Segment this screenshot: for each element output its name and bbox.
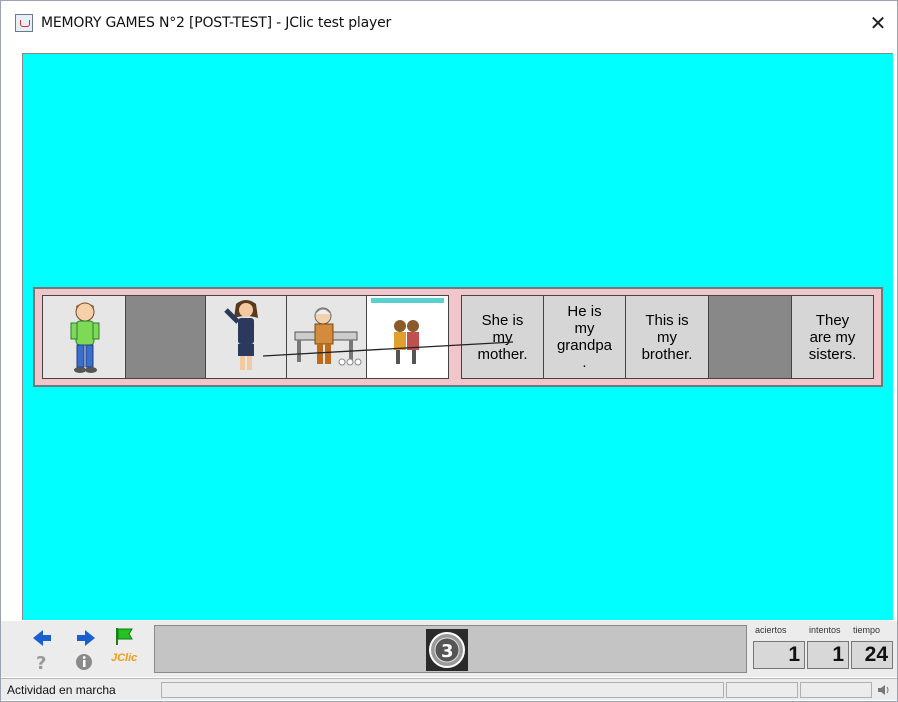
image-panel bbox=[42, 295, 449, 379]
info-icon bbox=[76, 654, 92, 670]
status-segment bbox=[726, 682, 798, 698]
card-text-sisters[interactable]: They are my sisters. bbox=[792, 296, 873, 378]
control-bar: ? JClic 3 aciertos intentos tiempo 1 1 2… bbox=[1, 621, 897, 677]
card-sisters-selected[interactable] bbox=[367, 296, 449, 378]
status-segment bbox=[161, 682, 724, 698]
jclic-player-window: MEMORY GAMES N°2 [POST-TEST] - JClic tes… bbox=[0, 0, 898, 702]
card-text-label: This is my brother. bbox=[641, 311, 693, 363]
intentos-value: 1 bbox=[807, 641, 849, 669]
activity-counter-icon: 3 bbox=[426, 629, 468, 671]
woman-figure-icon bbox=[224, 300, 259, 370]
card-text-label: They are my sisters. bbox=[808, 311, 857, 363]
sisters-figure-icon bbox=[371, 298, 445, 364]
aciertos-label: aciertos bbox=[755, 625, 787, 635]
card-covered[interactable] bbox=[125, 296, 207, 378]
help-button[interactable]: ? bbox=[31, 651, 53, 673]
tiempo-label: tiempo bbox=[853, 625, 881, 635]
next-activity-button[interactable] bbox=[75, 627, 97, 649]
tiempo-value: 24 bbox=[851, 641, 893, 669]
card-boy[interactable] bbox=[43, 296, 126, 378]
card-text-label: She is my mother. bbox=[477, 311, 528, 363]
card-covered[interactable] bbox=[709, 296, 792, 378]
window-title: MEMORY GAMES N°2 [POST-TEST] - JClic tes… bbox=[41, 15, 392, 31]
jclic-logo[interactable]: JClic bbox=[111, 652, 137, 664]
intentos-label: intentos bbox=[809, 625, 841, 635]
card-text-grandpa[interactable]: He is my grandpa . bbox=[544, 296, 626, 378]
grandpa-figure-icon bbox=[294, 307, 362, 366]
score-counters: aciertos intentos tiempo 1 1 24 bbox=[749, 621, 895, 677]
activity-counter-number: 3 bbox=[441, 641, 454, 662]
java-cup-icon bbox=[15, 14, 33, 32]
status-segment bbox=[800, 682, 872, 698]
card-grandpa[interactable] bbox=[286, 296, 368, 378]
card-woman[interactable] bbox=[206, 296, 287, 378]
prev-activity-button[interactable] bbox=[31, 627, 53, 649]
aciertos-value: 1 bbox=[753, 641, 805, 669]
status-bar: Actividad en marcha bbox=[1, 678, 897, 700]
card-text-mother[interactable]: She is my mother. bbox=[462, 296, 544, 378]
text-panel: She is my mother. He is my grandpa . Thi… bbox=[461, 295, 874, 379]
status-text: Actividad en marcha bbox=[7, 683, 116, 697]
arrow-right-icon bbox=[77, 630, 95, 646]
activity-stage: She is my mother. He is my grandpa . Thi… bbox=[22, 53, 893, 620]
boy-figure-icon bbox=[70, 302, 100, 373]
message-box: 3 bbox=[154, 625, 747, 673]
question-icon: ? bbox=[36, 653, 46, 673]
arrow-left-icon bbox=[33, 630, 51, 646]
flag-icon bbox=[116, 628, 133, 645]
speaker-icon[interactable] bbox=[877, 683, 891, 697]
info-button[interactable] bbox=[73, 651, 95, 673]
close-button[interactable]: ✕ bbox=[865, 9, 891, 37]
svg-text:?: ? bbox=[36, 653, 46, 673]
card-text-brother[interactable]: This is my brother. bbox=[626, 296, 709, 378]
card-text-label: He is my grandpa . bbox=[556, 303, 613, 371]
memory-board: She is my mother. He is my grandpa . Thi… bbox=[33, 287, 883, 387]
title-bar: MEMORY GAMES N°2 [POST-TEST] - JClic tes… bbox=[1, 1, 897, 47]
reset-activity-button[interactable] bbox=[113, 625, 135, 647]
